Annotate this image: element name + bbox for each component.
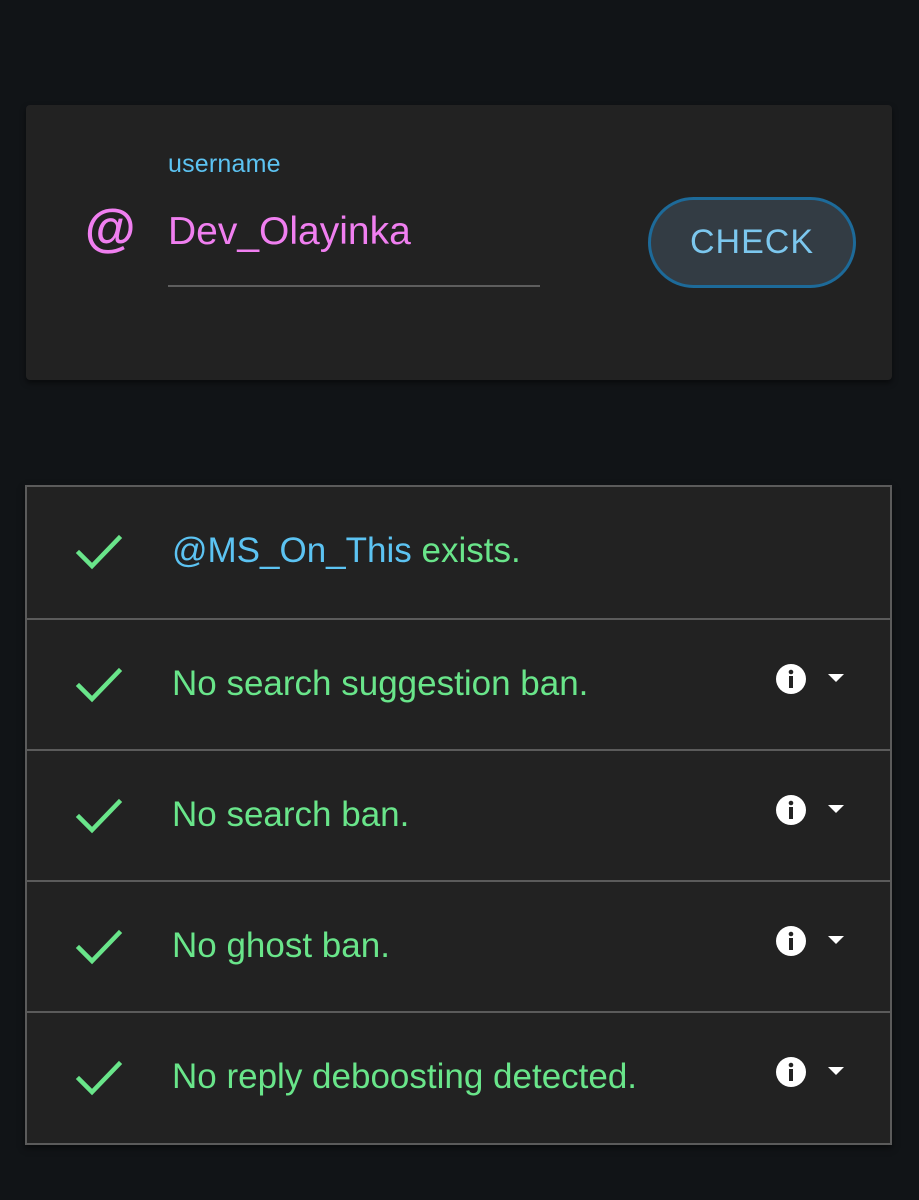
chevron-down-icon[interactable] (827, 935, 845, 945)
result-row-reply-deboosting[interactable]: No reply deboosting detected. (27, 1011, 890, 1142)
info-icon[interactable] (775, 794, 807, 826)
result-message: No search suggestion ban. (172, 664, 589, 703)
chevron-down-icon[interactable] (827, 1066, 845, 1076)
result-message: No reply deboosting detected. (172, 1057, 638, 1096)
account-handle: @MS_On_This (172, 531, 412, 570)
result-message: No ghost ban. (172, 926, 390, 965)
result-message: @MS_On_This exists. (172, 531, 521, 571)
username-check-card: @ username CHECK (26, 105, 892, 380)
chevron-down-icon[interactable] (827, 804, 845, 814)
at-icon: @ (84, 200, 135, 258)
check-button[interactable]: CHECK (648, 197, 856, 288)
result-text: exists. (411, 531, 521, 570)
result-message: No search ban. (172, 795, 410, 834)
result-row-search-suggestion-ban[interactable]: No search suggestion ban. (27, 618, 890, 749)
result-row-exists: @MS_On_This exists. (27, 487, 890, 618)
username-input-underline (168, 285, 540, 287)
checkmark-icon (75, 1060, 123, 1096)
username-input[interactable] (168, 207, 538, 257)
username-field-label: username (168, 150, 281, 178)
info-icon[interactable] (775, 1056, 807, 1088)
info-icon[interactable] (775, 925, 807, 957)
results-list: @MS_On_This exists. No search suggestion… (25, 485, 892, 1145)
result-row-search-ban[interactable]: No search ban. (27, 749, 890, 880)
chevron-down-icon[interactable] (827, 673, 845, 683)
result-row-ghost-ban[interactable]: No ghost ban. (27, 880, 890, 1011)
checkmark-icon (75, 798, 123, 834)
checkmark-icon (75, 667, 123, 703)
info-icon[interactable] (775, 663, 807, 695)
checkmark-icon (75, 929, 123, 965)
checkmark-icon (75, 534, 123, 570)
